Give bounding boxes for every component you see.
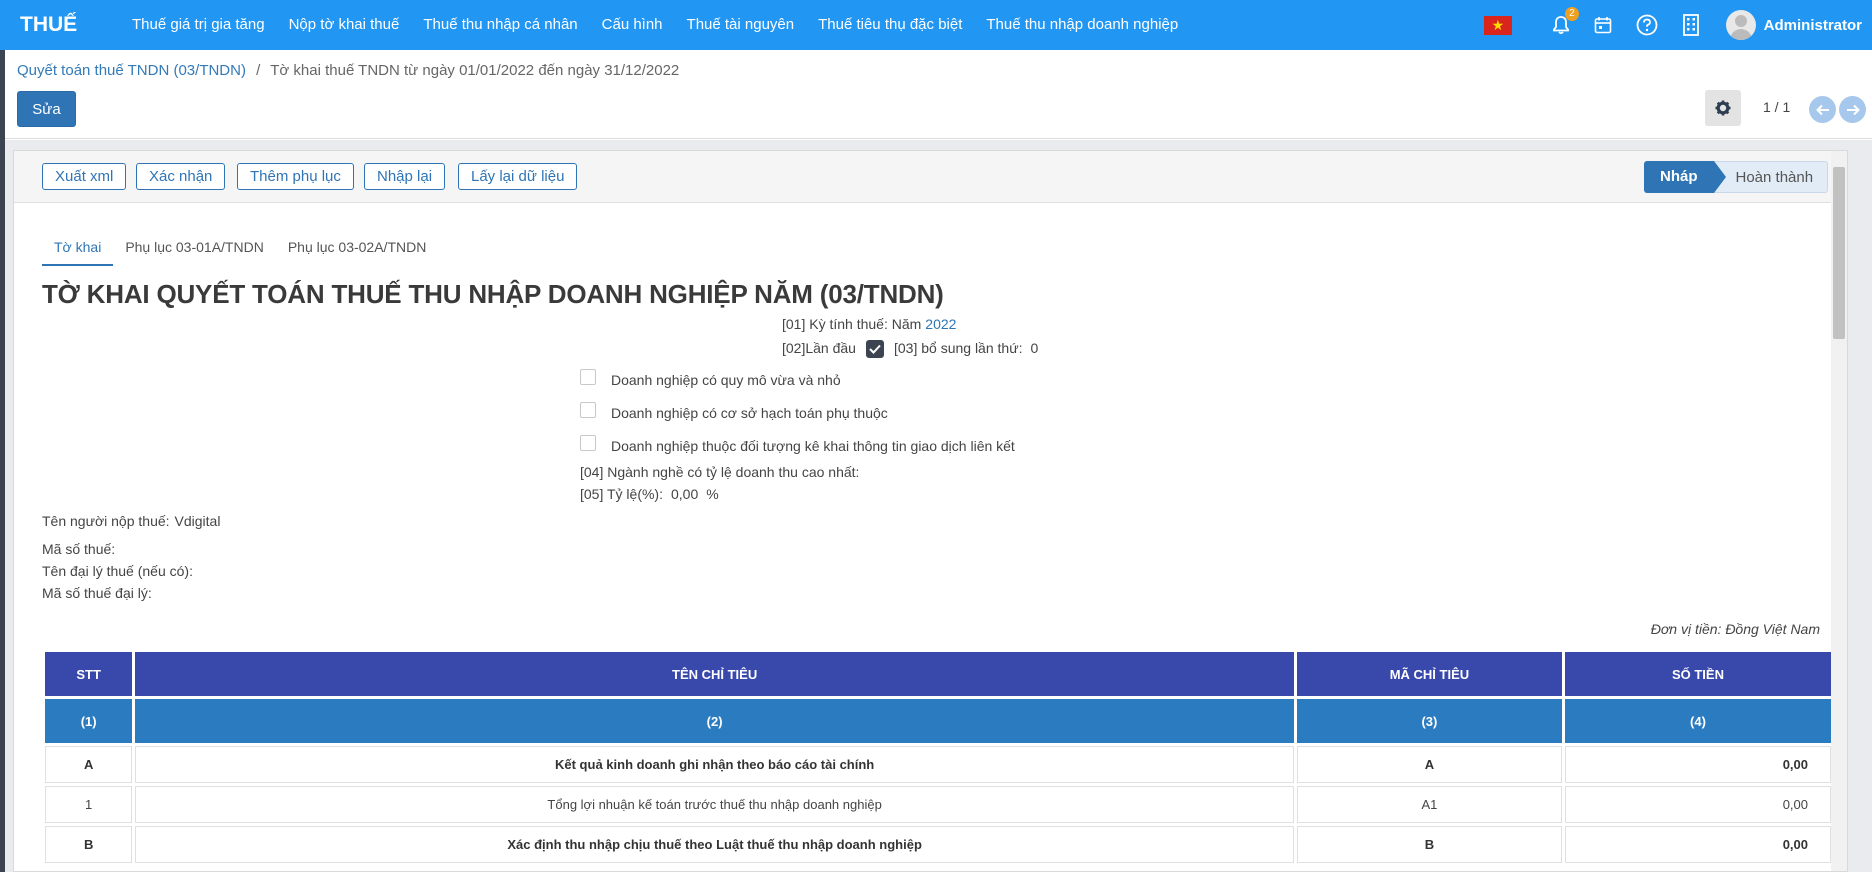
form-title: TỜ KHAI QUYẾT TOÁN THUẾ THU NHẬP DOANH N… (42, 279, 944, 309)
declaration-table: STT TÊN CHỈ TIÊU MÃ CHỈ TIÊU SỐ TIỀN (1)… (42, 649, 1834, 866)
taxpayer-label: Tên người nộp thuế: (42, 513, 170, 529)
state-done[interactable]: Hoàn thành (1713, 161, 1829, 193)
menu-item-configuration[interactable]: Cấu hình (590, 0, 675, 50)
table-row: A Kết quả kinh doanh ghi nhận theo báo c… (45, 746, 1831, 783)
menu-item-vat[interactable]: Thuế giá trị gia tăng (120, 0, 277, 50)
tax-period-value[interactable]: 2022 (925, 316, 956, 332)
top-navbar: THUẾ Thuế giá trị gia tăng Nộp tờ khai t… (0, 0, 1872, 50)
menu-item-submit-declaration[interactable]: Nộp tờ khai thuế (277, 0, 412, 50)
subheader-3: (3) (1296, 699, 1562, 743)
pager-previous-icon[interactable] (1809, 96, 1836, 123)
dependent-unit-checkbox[interactable] (580, 402, 596, 418)
ratio-unit: % (706, 486, 719, 502)
control-panel: Quyết toán thuế TNDN (03/TNDN) / Tờ khai… (5, 50, 1872, 139)
settings-gear-icon[interactable] (1705, 90, 1741, 126)
related-transaction-checkbox[interactable] (580, 435, 596, 451)
edit-button[interactable]: Sửa (17, 91, 76, 127)
tab-declaration[interactable]: Tờ khai (42, 231, 114, 266)
subheader-1: (1) (45, 699, 133, 743)
help-icon[interactable] (1636, 14, 1658, 36)
taxpayer-value[interactable]: Vdigital (175, 513, 221, 529)
ratio-field: [05] Tỷ lệ(%): 0,00% (580, 486, 719, 502)
first-time-checkbox[interactable] (866, 340, 884, 358)
supplement-value[interactable]: 0 (1030, 340, 1038, 356)
agent-name-label: Tên đại lý thuế (nếu có): (42, 563, 193, 579)
scrollbar-thumb[interactable] (1833, 167, 1845, 339)
ratio-label: [05] Tỷ lệ(%): (580, 486, 663, 502)
related-transaction-label: Doanh nghiệp thuộc đối tượng kê khai thô… (611, 438, 1015, 454)
menu-item-personal-income-tax[interactable]: Thuế thu nhập cá nhân (411, 0, 589, 50)
row-name: Xác định thu nhập chịu thuế theo Luật th… (135, 826, 1294, 863)
header-stt: STT (45, 652, 133, 696)
tax-period-field: [01] Kỳ tính thuế: Năm 2022 (782, 316, 956, 332)
subheader-2: (2) (135, 699, 1294, 743)
tab-appendix-03-01a[interactable]: Phụ lục 03-01A/TNDN (113, 231, 276, 266)
notification-bell-icon[interactable]: 2 (1552, 7, 1579, 35)
row-amount[interactable]: 0,00 (1564, 786, 1831, 823)
menu-item-resource-tax[interactable]: Thuế tài nguyên (675, 0, 807, 50)
table-header-row: STT TÊN CHỈ TIÊU MÃ CHỈ TIÊU SỐ TIỀN (45, 652, 1831, 696)
form-statusbar: Xuất xml Xác nhận Thêm phụ lục Nhập lại … (14, 151, 1847, 203)
dependent-unit-label: Doanh nghiệp có cơ sở hạch toán phụ thuộ… (611, 405, 888, 421)
notification-count-badge: 2 (1565, 7, 1579, 21)
row-stt: B (45, 826, 133, 863)
table-row: 1 Tổng lợi nhuận kế toán trước thuế thu … (45, 786, 1831, 823)
calendar-icon[interactable] (1594, 16, 1612, 34)
avatar (1725, 10, 1756, 40)
sme-checkbox[interactable] (580, 369, 596, 385)
subheader-4: (4) (1564, 699, 1831, 743)
export-xml-button[interactable]: Xuất xml (42, 163, 127, 190)
breadcrumb-separator: / (256, 62, 261, 79)
reload-data-button[interactable]: Lấy lại dữ liệu (458, 163, 578, 190)
header-amount: SỐ TIỀN (1564, 652, 1831, 696)
table-row: B Xác định thu nhập chịu thuế theo Luật … (45, 826, 1831, 863)
agent-code-label: Mã số thuế đại lý: (42, 585, 152, 601)
row-stt: A (45, 746, 133, 783)
state-draft[interactable]: Nháp (1644, 161, 1725, 193)
user-menu[interactable]: Administrator (1725, 10, 1872, 40)
form-tabs: Tờ khai Phụ lục 03-01A/TNDN Phụ lục 03-0… (42, 231, 438, 266)
navbar-right: ★ 2 Administrator (1483, 0, 1872, 50)
header-indicator-name: TÊN CHỈ TIÊU (135, 652, 1294, 696)
tax-code-label: Mã số thuế: (42, 541, 116, 557)
row-stt: 1 (45, 786, 133, 823)
first-time-label: [02]Lần đầu (782, 340, 856, 356)
menu-item-corporate-income-tax[interactable]: Thuế thu nhập doanh nghiệp (974, 0, 1190, 50)
currency-note: Đơn vị tiền: Đồng Việt Nam (1650, 621, 1820, 637)
row-code: A1 (1296, 786, 1562, 823)
reenter-button[interactable]: Nhập lại (364, 163, 446, 190)
row-amount[interactable]: 0,00 (1564, 826, 1831, 863)
breadcrumb: Quyết toán thuế TNDN (03/TNDN) / Tờ khai… (17, 62, 679, 79)
row-name: Kết quả kinh doanh ghi nhận theo báo cáo… (135, 746, 1294, 783)
tax-period-label: [01] Kỳ tính thuế: Năm (782, 316, 922, 332)
row-amount[interactable]: 0,00 (1564, 746, 1831, 783)
header-indicator-code: MÃ CHỈ TIÊU (1296, 652, 1562, 696)
row-code: B (1296, 826, 1562, 863)
pager-value: 1 / 1 (1763, 99, 1791, 115)
taxpayer-field: Tên người nộp thuế: Vdigital (42, 513, 220, 529)
user-name: Administrator (1763, 16, 1862, 34)
menu-item-special-consumption-tax[interactable]: Thuế tiêu thụ đặc biệt (806, 0, 974, 50)
table-subheader-row: (1) (2) (3) (4) (45, 699, 1831, 743)
confirm-button[interactable]: Xác nhận (136, 163, 226, 190)
breadcrumb-parent-link[interactable]: Quyết toán thuế TNDN (03/TNDN) (17, 62, 246, 79)
ratio-value[interactable]: 0,00 (671, 486, 698, 502)
language-flag-icon[interactable]: ★ (1483, 15, 1512, 35)
status-states: Nháp Hoàn thành (1644, 161, 1829, 193)
form-sheet: Xuất xml Xác nhận Thêm phụ lục Nhập lại … (13, 150, 1848, 872)
sme-label: Doanh nghiệp có quy mô vừa và nhỏ (611, 372, 841, 388)
row-name: Tổng lợi nhuận kế toán trước thuế thu nh… (135, 786, 1294, 823)
row-code: A (1296, 746, 1562, 783)
company-building-icon[interactable] (1682, 14, 1700, 36)
breadcrumb-current: Tờ khai thuế TNDN từ ngày 01/01/2022 đến… (270, 62, 680, 79)
pager-next-icon[interactable] (1839, 96, 1866, 123)
supplement-field: [03] bổ sung lần thứ: 0 (894, 340, 1038, 356)
app-brand[interactable]: THUẾ (0, 13, 120, 37)
supplement-label: [03] bổ sung lần thứ: (894, 340, 1023, 356)
add-appendix-button[interactable]: Thêm phụ lục (237, 163, 354, 190)
tab-appendix-03-02a[interactable]: Phụ lục 03-02A/TNDN (276, 231, 439, 266)
industry-label: [04] Ngành nghề có tỷ lệ doanh thu cao n… (580, 464, 860, 480)
main-menu: Thuế giá trị gia tăng Nộp tờ khai thuế T… (120, 0, 1190, 50)
